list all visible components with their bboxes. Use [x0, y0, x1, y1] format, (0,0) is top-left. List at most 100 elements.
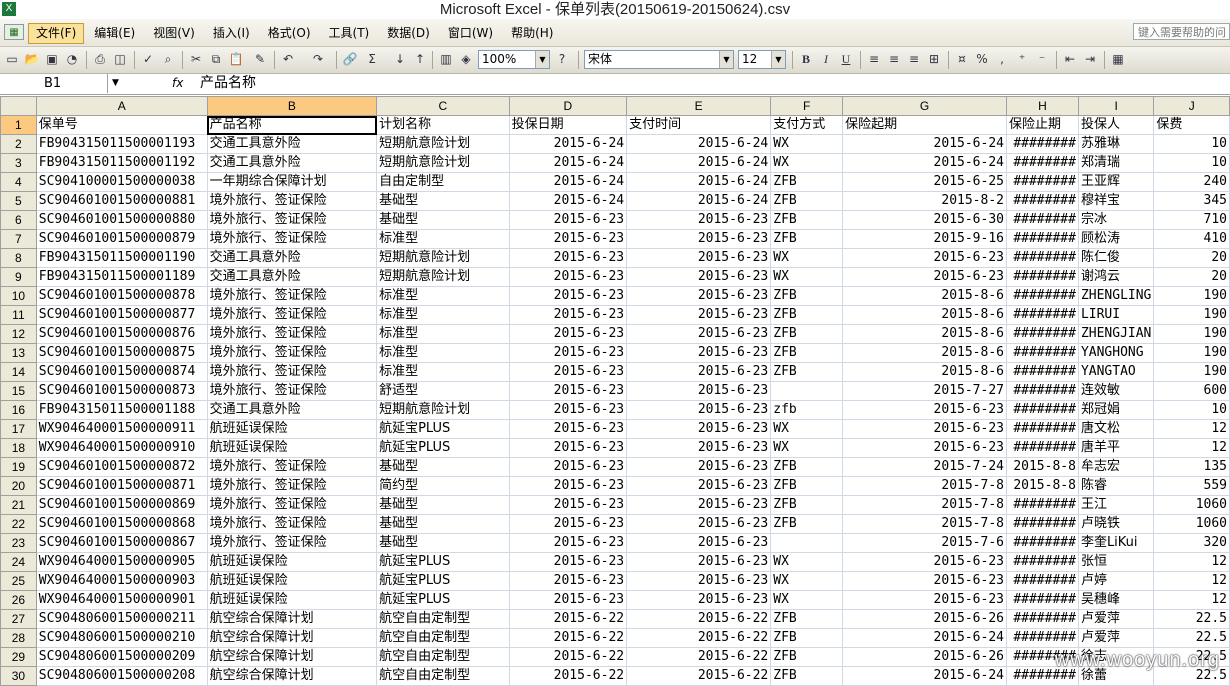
- undo-icon[interactable]: ↶: [280, 51, 296, 67]
- cell[interactable]: 境外旅行、签证保险: [206, 495, 378, 515]
- cell[interactable]: 2015-6-22: [508, 609, 628, 629]
- redo-icon[interactable]: ↷: [310, 51, 326, 67]
- select-all-corner[interactable]: [0, 96, 37, 116]
- cell[interactable]: 境外旅行、签证保险: [206, 381, 378, 401]
- cell[interactable]: 190: [1153, 305, 1230, 325]
- cell[interactable]: [770, 381, 844, 401]
- cell[interactable]: 2015-6-24: [508, 153, 628, 173]
- row-header[interactable]: 27: [0, 609, 37, 629]
- cell[interactable]: 2015-6-24: [508, 134, 628, 154]
- cell[interactable]: 2015-6-23: [508, 552, 628, 572]
- cell[interactable]: 2015-6-23: [508, 457, 628, 477]
- cell[interactable]: 190: [1153, 324, 1230, 344]
- cell[interactable]: 2015-6-23: [508, 248, 628, 268]
- cell[interactable]: 2015-6-23: [508, 343, 628, 363]
- cell[interactable]: 2015-6-24: [842, 153, 1007, 173]
- cell[interactable]: 410: [1153, 229, 1230, 249]
- cell[interactable]: 短期航意险计划: [376, 267, 510, 287]
- cell[interactable]: SC904601001500000868: [35, 514, 208, 534]
- cell[interactable]: ########: [1006, 324, 1079, 344]
- cell[interactable]: WX: [770, 153, 844, 173]
- cell[interactable]: 谢鸿云: [1077, 267, 1155, 287]
- cell[interactable]: 12: [1153, 590, 1230, 610]
- cell[interactable]: SC904601001500000877: [35, 305, 208, 325]
- cell[interactable]: ########: [1006, 305, 1079, 325]
- row-header[interactable]: 4: [0, 172, 37, 192]
- menu-item[interactable]: 格式(O): [260, 23, 319, 44]
- cell[interactable]: 12: [1153, 419, 1230, 439]
- cell[interactable]: ########: [1006, 134, 1079, 154]
- cell[interactable]: 2015-6-23: [508, 400, 628, 420]
- cell[interactable]: ZFB: [770, 666, 844, 686]
- cell[interactable]: 境外旅行、签证保险: [206, 514, 378, 534]
- cell[interactable]: 苏雅琳: [1077, 134, 1155, 154]
- cell[interactable]: 2015-6-23: [842, 400, 1007, 420]
- cell[interactable]: 2015-7-24: [842, 457, 1007, 477]
- cell[interactable]: ########: [1006, 609, 1079, 629]
- cell[interactable]: ZFB: [770, 286, 844, 306]
- italic-icon[interactable]: I: [818, 51, 834, 67]
- cell[interactable]: 2015-6-23: [508, 571, 628, 591]
- cell[interactable]: ########: [1006, 172, 1079, 192]
- menu-item[interactable]: 编辑(E): [86, 23, 143, 44]
- cell[interactable]: WX904640001500000911: [35, 419, 208, 439]
- cell[interactable]: ZFB: [770, 343, 844, 363]
- cell[interactable]: FB904315011500001190: [35, 248, 208, 268]
- row-header[interactable]: 8: [0, 248, 37, 268]
- cell[interactable]: 2015-6-23: [842, 267, 1007, 287]
- cell[interactable]: 投保日期: [508, 115, 628, 135]
- cell[interactable]: 10: [1153, 400, 1230, 420]
- menu-item[interactable]: 视图(V): [145, 23, 203, 44]
- cell[interactable]: YANGTAO: [1077, 362, 1155, 382]
- cell[interactable]: 卢爱萍: [1077, 609, 1155, 629]
- cell[interactable]: ZFB: [770, 362, 844, 382]
- cell[interactable]: ########: [1006, 533, 1079, 553]
- cell[interactable]: 吴穗峰: [1077, 590, 1155, 610]
- column-header[interactable]: B: [206, 96, 378, 116]
- row-header[interactable]: 10: [0, 286, 37, 306]
- decrease-decimal-icon[interactable]: ⁻: [1034, 51, 1050, 67]
- font-size-select[interactable]: 12 ▼: [738, 50, 786, 69]
- align-center-icon[interactable]: ≡: [886, 51, 902, 67]
- cell[interactable]: 短期航意险计划: [376, 153, 510, 173]
- cell[interactable]: 2015-8-6: [842, 362, 1007, 382]
- cell[interactable]: SC904601001500000872: [35, 457, 208, 477]
- cell[interactable]: 12: [1153, 438, 1230, 458]
- cell[interactable]: SC904601001500000873: [35, 381, 208, 401]
- cell[interactable]: 2015-6-23: [842, 571, 1007, 591]
- cell[interactable]: [770, 533, 844, 553]
- cell[interactable]: FB904315011500001189: [35, 267, 208, 287]
- cell[interactable]: 航空自由定制型: [376, 666, 510, 686]
- cell[interactable]: 2015-7-8: [842, 476, 1007, 496]
- cell[interactable]: SC904601001500000876: [35, 324, 208, 344]
- cell[interactable]: 190: [1153, 362, 1230, 382]
- cell[interactable]: 2015-6-23: [626, 343, 772, 363]
- cell[interactable]: 航空自由定制型: [376, 628, 510, 648]
- cell[interactable]: 境外旅行、签证保险: [206, 457, 378, 477]
- cell[interactable]: 2015-7-6: [842, 533, 1007, 553]
- cell[interactable]: 2015-6-23: [508, 324, 628, 344]
- cell[interactable]: 顾松涛: [1077, 229, 1155, 249]
- cell[interactable]: SC904601001500000879: [35, 229, 208, 249]
- cell[interactable]: 2015-6-22: [508, 666, 628, 686]
- cell[interactable]: ########: [1006, 552, 1079, 572]
- cell[interactable]: 航延宝PLUS: [376, 590, 510, 610]
- cell[interactable]: 卢婷: [1077, 571, 1155, 591]
- row-header[interactable]: 17: [0, 419, 37, 439]
- column-header[interactable]: E: [626, 96, 772, 116]
- cell[interactable]: 一年期综合保障计划: [206, 172, 378, 192]
- cell[interactable]: SC904601001500000871: [35, 476, 208, 496]
- cell[interactable]: 短期航意险计划: [376, 134, 510, 154]
- cell[interactable]: WX: [770, 134, 844, 154]
- cell[interactable]: SC904601001500000881: [35, 191, 208, 211]
- cell[interactable]: 2015-6-23: [626, 419, 772, 439]
- cell[interactable]: 345: [1153, 191, 1230, 211]
- cell[interactable]: 航班延误保险: [206, 571, 378, 591]
- cell[interactable]: 2015-6-23: [626, 457, 772, 477]
- cell[interactable]: ########: [1006, 229, 1079, 249]
- align-left-icon[interactable]: ≡: [866, 51, 882, 67]
- increase-indent-icon[interactable]: ⇥: [1082, 51, 1098, 67]
- cell[interactable]: ZFB: [770, 514, 844, 534]
- cell[interactable]: 交通工具意外险: [206, 248, 378, 268]
- row-header[interactable]: 21: [0, 495, 37, 515]
